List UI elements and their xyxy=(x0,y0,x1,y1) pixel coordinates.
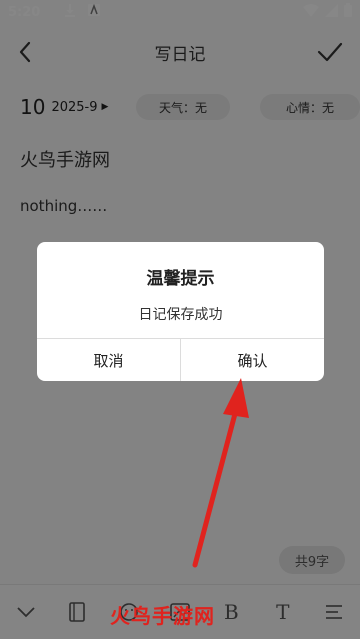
diary-screen: 5:20 写日记 10 2025-9 ▶ 天气：无 心情：无 火鸟手游网 not… xyxy=(0,0,360,639)
cancel-button[interactable]: 取消 xyxy=(37,339,180,381)
dialog-title: 温馨提示 xyxy=(146,269,215,289)
confirm-button[interactable]: 确认 xyxy=(180,339,324,381)
watermark-logo: 火鸟手游网 xyxy=(110,604,215,628)
dialog-buttons: 取消 确认 xyxy=(37,338,324,381)
save-success-dialog: 温馨提示 日记保存成功 取消 确认 xyxy=(37,242,324,381)
dialog-message: 日记保存成功 xyxy=(138,307,223,323)
